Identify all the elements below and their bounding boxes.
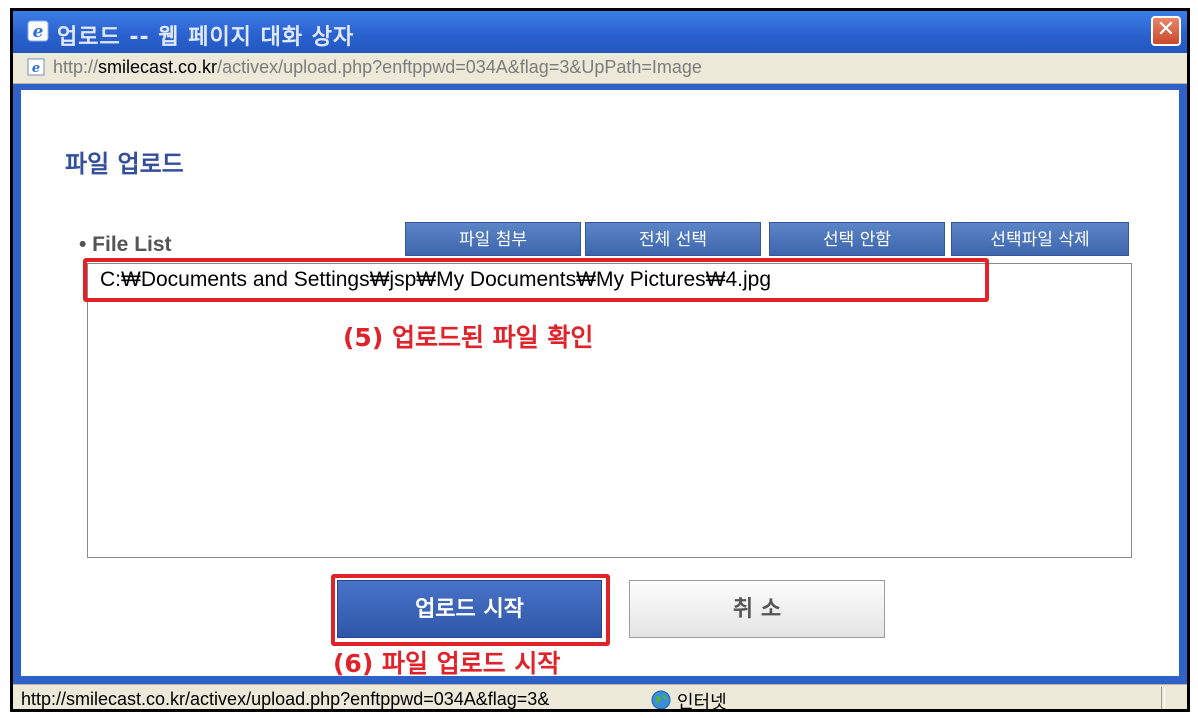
file-list[interactable]: C:₩Documents and Settings₩jsp₩My Documen… — [87, 263, 1132, 558]
page-icon: e — [27, 58, 45, 76]
security-zone: 인터넷 — [677, 692, 727, 712]
page-title: 파일 업로드 — [65, 150, 184, 178]
status-divider — [1161, 687, 1165, 709]
content-area: 파일 업로드 • File List 파일 첨부 전체 선택 선택 안함 선택파… — [13, 84, 1187, 684]
window-title: 업로드 -- 웹 페이지 대화 상자 — [57, 25, 355, 50]
title-bar: e 업로드 -- 웹 페이지 대화 상자 ✕ — [13, 11, 1187, 53]
status-url: http://smilecast.co.kr/activex/upload.ph… — [21, 689, 550, 709]
url-host: smilecast.co.kr — [98, 57, 218, 77]
annotation-uploaded: (5) 업로드된 파일 확인 — [343, 323, 594, 352]
delete-selected-button[interactable]: 선택파일 삭제 — [951, 222, 1129, 256]
ie-icon: e — [27, 20, 49, 42]
deselect-button[interactable]: 선택 안함 — [769, 222, 945, 256]
highlight-box-file — [83, 258, 989, 302]
url-path: /activex/upload.php?enftppwd=034A&flag=3… — [217, 57, 702, 77]
svg-text:e: e — [33, 22, 44, 42]
close-button[interactable]: ✕ — [1151, 16, 1181, 46]
annotation-start: (6) 파일 업로드 시작 — [333, 649, 561, 678]
address-bar: e http://smilecast.co.kr/activex/upload.… — [13, 53, 1187, 84]
dialog-window: e 업로드 -- 웹 페이지 대화 상자 ✕ e http://smilecas… — [10, 8, 1190, 712]
attach-file-button[interactable]: 파일 첨부 — [405, 222, 581, 256]
status-bar: http://smilecast.co.kr/activex/upload.ph… — [13, 684, 1187, 712]
address-url: http://smilecast.co.kr/activex/upload.ph… — [53, 57, 702, 78]
url-prefix: http:// — [53, 57, 99, 77]
start-upload-button[interactable]: 업로드 시작 — [337, 580, 602, 638]
select-all-button[interactable]: 전체 선택 — [585, 222, 761, 256]
file-list-label: • File List — [79, 233, 172, 256]
cancel-button[interactable]: 취 소 — [629, 580, 885, 638]
globe-icon — [651, 690, 671, 709]
svg-text:e: e — [32, 61, 40, 76]
